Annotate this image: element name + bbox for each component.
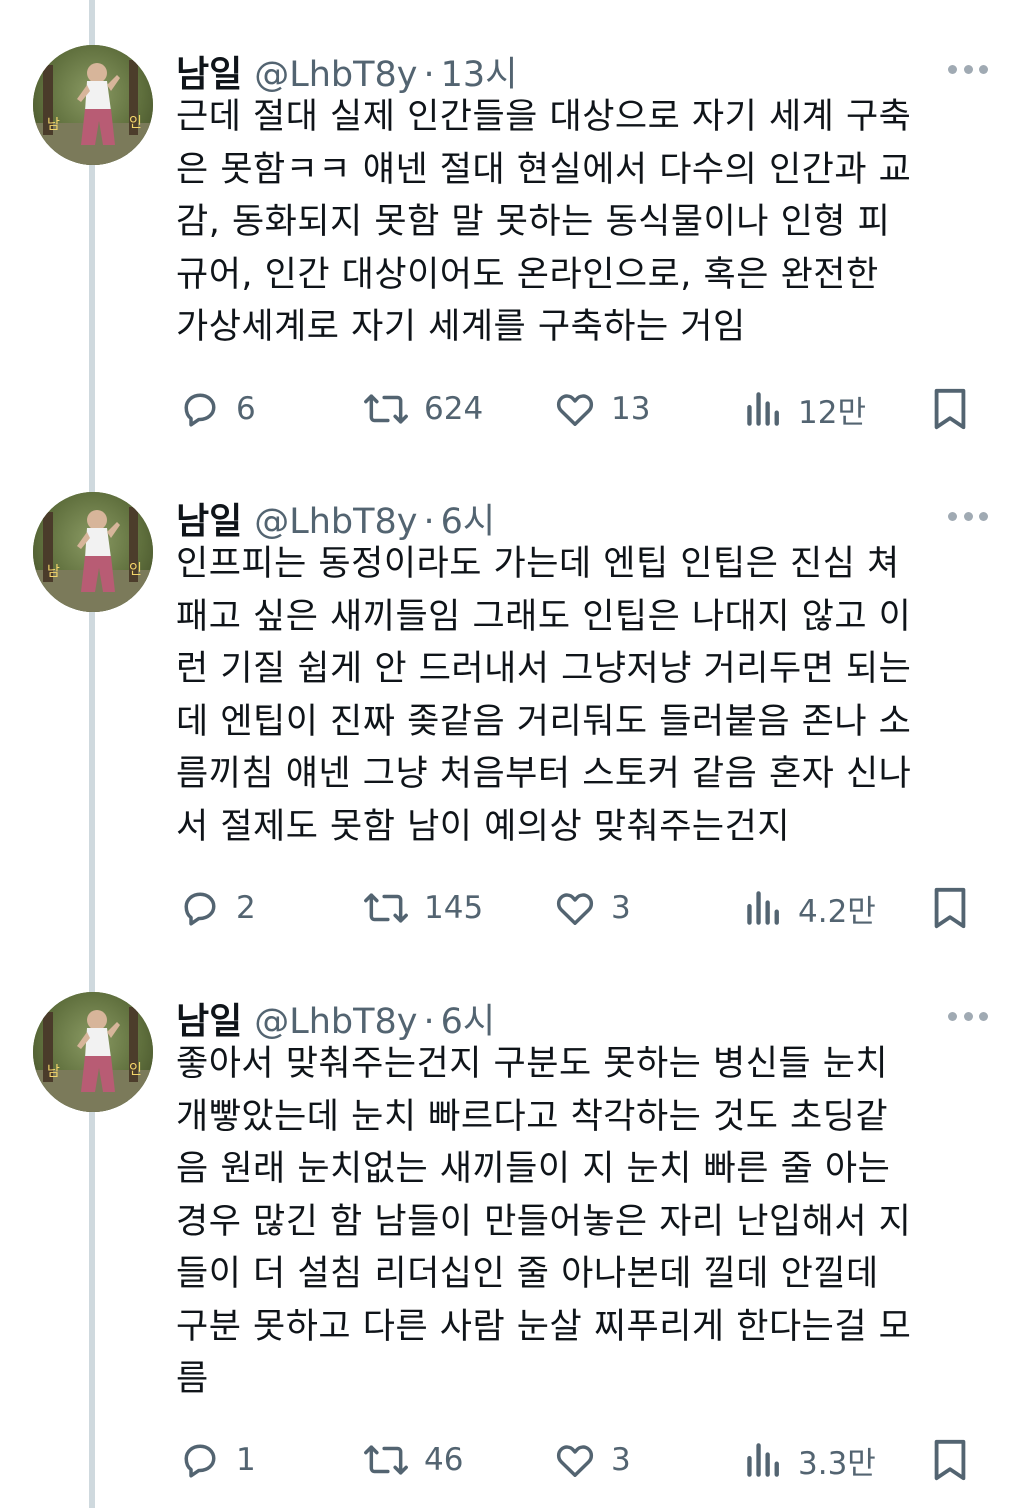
- views-icon: [747, 891, 779, 925]
- tweet-text-line: 서 절제도 못함 남이 예의상 맞춰주는건지: [176, 806, 791, 847]
- svg-text:남: 남: [47, 1064, 60, 1080]
- more-icon[interactable]: [948, 510, 988, 522]
- tweet-text-line: 감, 동화되지 못함 말 못하는 동식물이나 인형 피: [176, 202, 891, 242]
- views-count: 12만: [798, 394, 866, 431]
- reply-count: 1: [236, 1442, 256, 1478]
- views-button[interactable]: 12만: [744, 384, 866, 434]
- reply-icon: [184, 393, 216, 427]
- tweet-text-line: 음 원래 눈치없는 새끼들이 지 눈치 빠른 줄 아는: [176, 1149, 891, 1189]
- tweet-text-line: 개빻았는데 눈치 빠르다고 착각하는 것도 초딩같: [176, 1096, 889, 1137]
- retweet-count: 145: [424, 890, 484, 926]
- retweet-icon: [364, 394, 408, 424]
- tweet-text-line: 규어, 인간 대상이어도 온라인으로, 혹은 완전한: [176, 254, 879, 295]
- views-count: 4.2만: [798, 893, 876, 930]
- tweet-text-line: 런 기질 쉽게 안 드러내서 그냥저냥 거리두면 되는: [176, 649, 912, 689]
- avatar[interactable]: 남 인: [33, 992, 153, 1112]
- retweet-icon: [364, 1445, 408, 1475]
- tweet-text-line: 패고 싶은 새끼들임 그래도 인팁은 나대지 않고 이: [176, 596, 912, 637]
- views-button[interactable]: 3.3만: [744, 1435, 876, 1485]
- user-handle[interactable]: @LhbT8y: [254, 502, 417, 542]
- display-name[interactable]: 남일: [176, 992, 242, 1044]
- like-count: 3: [611, 1442, 631, 1478]
- like-button[interactable]: 13: [553, 384, 650, 434]
- retweet-icon: [364, 893, 408, 923]
- display-name[interactable]: 남일: [176, 492, 242, 544]
- timestamp[interactable]: 13시: [441, 46, 518, 97]
- views-icon: [747, 392, 779, 426]
- action-bar: 1 46 3 3.3만: [0, 1435, 1024, 1485]
- tweet-text-line: 름: [176, 1359, 209, 1399]
- tweet-text-line: 은 못함ㅋㅋ 얘넨 절대 현실에서 다수의 인간과 교: [176, 149, 912, 190]
- views-count: 3.3만: [798, 1445, 876, 1482]
- reply-count: 6: [236, 391, 256, 427]
- bookmark-icon: [934, 1439, 966, 1481]
- more-icon[interactable]: [948, 1010, 988, 1022]
- heart-icon: [556, 1445, 594, 1477]
- tweet-text-line: 경우 많긴 함 남들이 만들어놓은 자리 난입해서 지: [176, 1201, 912, 1242]
- separator-dot: ·: [423, 1002, 435, 1042]
- bookmark-icon: [934, 887, 966, 929]
- tweet-text-line: 근데 절대 실제 인간들을 대상으로 자기 세계 구축: [176, 97, 912, 137]
- timestamp[interactable]: 6시: [441, 493, 495, 544]
- heart-icon: [556, 394, 594, 426]
- timestamp[interactable]: 6시: [441, 993, 495, 1044]
- tweet-text-line: 구분 못하고 다른 사람 눈살 찌푸리게 한다는걸 모: [176, 1306, 912, 1347]
- heart-icon: [556, 893, 594, 925]
- retweet-count: 624: [424, 391, 484, 427]
- separator-dot: ·: [423, 502, 435, 542]
- avatar[interactable]: 남 인: [33, 45, 153, 165]
- retweet-button[interactable]: 624: [362, 384, 483, 434]
- thread-line: [89, 0, 95, 1508]
- tweet-text-line: 데 엔팁이 진짜 좆같음 거리둬도 들러붙음 존나 소: [176, 701, 912, 742]
- action-bar: 6 624 13 12만: [0, 384, 1024, 434]
- views-icon: [747, 1443, 779, 1477]
- tweet-text: 인프피는 동정이라도 가는데 엔팁 인팁은 진심 쳐패고 싶은 새끼들임 그래도…: [176, 538, 976, 853]
- like-count: 13: [611, 391, 651, 427]
- retweet-button[interactable]: 46: [362, 1435, 463, 1485]
- tweet-text-line: 들이 더 설침 리더십인 줄 아나본데 낄데 안낄데: [176, 1254, 879, 1294]
- svg-text:인: 인: [129, 1062, 142, 1078]
- display-name[interactable]: 남일: [176, 45, 242, 97]
- like-button[interactable]: 3: [553, 883, 631, 933]
- bookmark-button[interactable]: [930, 1435, 984, 1485]
- avatar[interactable]: 남 인: [33, 492, 153, 612]
- retweet-button[interactable]: 145: [362, 883, 483, 933]
- reply-icon: [184, 892, 216, 926]
- action-bar: 2 145 3 4.2만: [0, 883, 1024, 933]
- retweet-count: 46: [424, 1442, 464, 1478]
- reply-button[interactable]: 1: [178, 1435, 256, 1485]
- svg-text:남: 남: [47, 564, 60, 580]
- separator-dot: ·: [423, 55, 435, 95]
- views-button[interactable]: 4.2만: [744, 883, 876, 933]
- tweet-text-line: 가상세계로 자기 세계를 구축하는 거임: [176, 307, 746, 347]
- reply-button[interactable]: 6: [178, 384, 256, 434]
- reply-icon: [184, 1444, 216, 1478]
- bookmark-icon: [934, 388, 966, 430]
- user-handle[interactable]: @LhbT8y: [254, 1002, 417, 1042]
- like-button[interactable]: 3: [553, 1435, 631, 1485]
- tweet-text-line: 좋아서 맞춰주는건지 구분도 못하는 병신들 눈치: [176, 1044, 889, 1084]
- bookmark-button[interactable]: [930, 883, 984, 933]
- user-handle[interactable]: @LhbT8y: [254, 55, 417, 95]
- like-count: 3: [611, 890, 631, 926]
- tweet-text: 근데 절대 실제 인간들을 대상으로 자기 세계 구축은 못함ㅋㅋ 얘넨 절대 …: [176, 91, 976, 354]
- svg-text:남: 남: [47, 117, 60, 133]
- reply-count: 2: [236, 890, 256, 926]
- tweet-text-line: 름끼침 얘넨 그냥 처음부터 스토커 같음 혼자 신나: [176, 754, 912, 794]
- svg-text:인: 인: [129, 562, 142, 578]
- reply-button[interactable]: 2: [178, 883, 256, 933]
- more-icon[interactable]: [948, 63, 988, 75]
- svg-text:인: 인: [129, 115, 142, 131]
- bookmark-button[interactable]: [930, 384, 984, 434]
- tweet-text-line: 인프피는 동정이라도 가는데 엔팁 인팁은 진심 쳐: [176, 544, 900, 584]
- tweet-text: 좋아서 맞춰주는건지 구분도 못하는 병신들 눈치개빻았는데 눈치 빠르다고 착…: [176, 1038, 976, 1406]
